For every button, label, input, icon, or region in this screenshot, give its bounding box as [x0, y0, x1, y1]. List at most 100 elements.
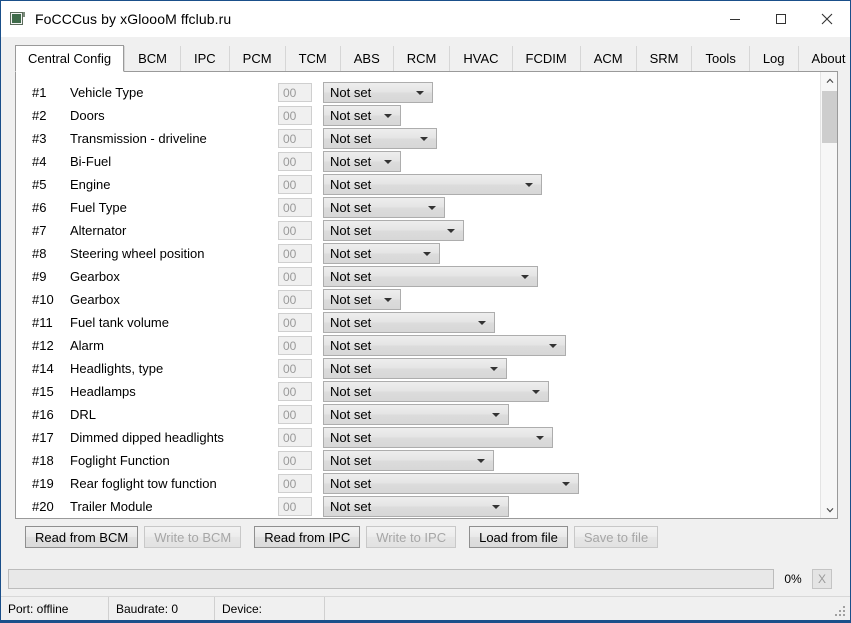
config-row-dropdown[interactable]: Not set — [323, 381, 549, 402]
config-row-dropdown[interactable]: Not set — [323, 266, 538, 287]
cancel-button[interactable]: X — [812, 568, 832, 589]
tab-pcm[interactable]: PCM — [228, 46, 285, 71]
config-row-value-field[interactable]: 00 — [278, 221, 312, 240]
dropdown-selected-value: Not set — [330, 453, 372, 468]
load-from-file-button[interactable]: Load from file — [469, 526, 568, 548]
config-row-dropdown[interactable]: Not set — [323, 289, 401, 310]
close-button[interactable] — [804, 1, 850, 37]
progress-area: 0% X — [8, 564, 844, 593]
config-row: #16 DRL 00 Not set — [16, 403, 821, 426]
config-row-dropdown[interactable]: Not set — [323, 450, 494, 471]
scroll-up-button[interactable] — [821, 72, 837, 89]
config-row-dropdown[interactable]: Not set — [323, 404, 509, 425]
tab-label: FCDIM — [525, 51, 567, 66]
status-device: Device: — [215, 596, 325, 620]
tab-bcm[interactable]: BCM — [124, 46, 180, 71]
read-from-bcm-button[interactable]: Read from BCM — [25, 526, 139, 548]
config-row-dropdown[interactable]: Not set — [323, 335, 566, 356]
tab-fcdim[interactable]: FCDIM — [511, 46, 580, 71]
tab-tcm[interactable]: TCM — [284, 46, 340, 71]
config-row-dropdown[interactable]: Not set — [323, 82, 433, 103]
tab-about[interactable]: About — [797, 46, 850, 71]
config-row-value-field[interactable]: 00 — [278, 290, 312, 309]
tab-label: RCM — [406, 51, 437, 66]
config-row-value-field[interactable]: 00 — [278, 152, 312, 171]
config-row-value-field[interactable]: 00 — [278, 497, 312, 516]
tab-strip: Central Config BCM IPC PCM TCM ABS RCM HVAC FCDI… — [15, 45, 850, 72]
close-icon — [821, 13, 833, 25]
config-row-index: #7 — [32, 223, 47, 238]
tab-ipc[interactable]: IPC — [180, 46, 229, 71]
config-row: #6 Fuel Type 00 Not set — [16, 196, 821, 219]
tab-tools[interactable]: Tools — [691, 46, 749, 71]
config-row-dropdown[interactable]: Not set — [323, 473, 579, 494]
config-row-label: Bi-Fuel — [70, 154, 112, 169]
config-row-index: #20 — [32, 499, 54, 514]
config-row-dropdown[interactable]: Not set — [323, 243, 440, 264]
config-panel: #1 Vehicle Type 00 Not set #2 Doors 00 Not set #… — [15, 71, 838, 519]
config-row-label: Alternator — [70, 223, 127, 238]
tab-abs[interactable]: ABS — [339, 46, 393, 71]
maximize-button[interactable] — [758, 1, 804, 37]
config-row-value-field[interactable]: 00 — [278, 405, 312, 424]
resize-grip[interactable] — [835, 606, 847, 618]
tab-label: About — [811, 51, 846, 66]
config-row-label: Engine — [70, 177, 111, 192]
config-row-dropdown[interactable]: Not set — [323, 174, 542, 195]
config-row-dropdown[interactable]: Not set — [323, 197, 445, 218]
config-row: #15 Headlamps 00 Not set — [16, 380, 821, 403]
config-row-value-field[interactable]: 00 — [278, 474, 312, 493]
chevron-down-icon — [826, 507, 833, 512]
config-row-value-field[interactable]: 00 — [278, 428, 312, 447]
scroll-down-button[interactable] — [821, 501, 837, 518]
tab-log[interactable]: Log — [748, 46, 798, 71]
tab-rcm[interactable]: RCM — [392, 46, 450, 71]
config-row: #18 Foglight Function 00 Not set — [16, 449, 821, 472]
config-row-value-field[interactable]: 00 — [278, 451, 312, 470]
config-row: #11 Fuel tank volume 00 Not set — [16, 311, 821, 334]
config-row-dropdown[interactable]: Not set — [323, 312, 495, 333]
config-row-value-field[interactable]: 00 — [278, 83, 312, 102]
config-row: #2 Doors 00 Not set — [16, 104, 821, 127]
config-row-dropdown[interactable]: Not set — [323, 151, 401, 172]
config-row-label: Foglight Function — [70, 453, 170, 468]
tab-central-config[interactable]: Central Config — [15, 45, 125, 72]
config-row-value-field[interactable]: 00 — [278, 382, 312, 401]
tab-acm[interactable]: ACM — [579, 46, 636, 71]
config-row-value-field[interactable]: 00 — [278, 129, 312, 148]
dropdown-selected-value: Not set — [330, 338, 372, 353]
config-row-value-field[interactable]: 00 — [278, 175, 312, 194]
config-row-dropdown[interactable]: Not set — [323, 128, 437, 149]
config-row-dropdown[interactable]: Not set — [323, 105, 401, 126]
config-row-value-field[interactable]: 00 — [278, 106, 312, 125]
status-baudrate: Baudrate: 0 — [109, 596, 215, 620]
config-row-dropdown[interactable]: Not set — [323, 220, 464, 241]
tab-srm[interactable]: SRM — [635, 46, 692, 71]
config-row-dropdown[interactable]: Not set — [323, 427, 553, 448]
config-row-value-field[interactable]: 00 — [278, 359, 312, 378]
config-row-dropdown[interactable]: Not set — [323, 358, 507, 379]
tab-hvac[interactable]: HVAC — [449, 46, 512, 71]
config-row-value-field[interactable]: 00 — [278, 198, 312, 217]
config-row-label: Fuel tank volume — [70, 315, 169, 330]
config-row-value-field[interactable]: 00 — [278, 244, 312, 263]
config-row-index: #11 — [32, 315, 53, 330]
status-port: Port: offline — [1, 596, 109, 620]
config-row-label: Vehicle Type — [70, 85, 144, 100]
chevron-down-icon — [536, 435, 544, 440]
vertical-scrollbar[interactable] — [820, 72, 837, 518]
config-row-value-field[interactable]: 00 — [278, 336, 312, 355]
minimize-button[interactable] — [712, 1, 758, 37]
chevron-down-icon — [562, 481, 570, 486]
config-row-value-field[interactable]: 00 — [278, 267, 312, 286]
chevron-down-icon — [384, 297, 392, 302]
config-row-value-field[interactable]: 00 — [278, 313, 312, 332]
read-from-ipc-button[interactable]: Read from IPC — [254, 526, 361, 548]
chevron-down-icon — [478, 320, 486, 325]
config-row: #17 Dimmed dipped headlights 00 Not set — [16, 426, 821, 449]
config-row: #4 Bi-Fuel 00 Not set — [16, 150, 821, 173]
chevron-down-icon — [428, 205, 436, 210]
tab-label: BCM — [138, 51, 167, 66]
scrollbar-thumb[interactable] — [822, 91, 837, 143]
config-row-dropdown[interactable]: Not set — [323, 496, 509, 517]
